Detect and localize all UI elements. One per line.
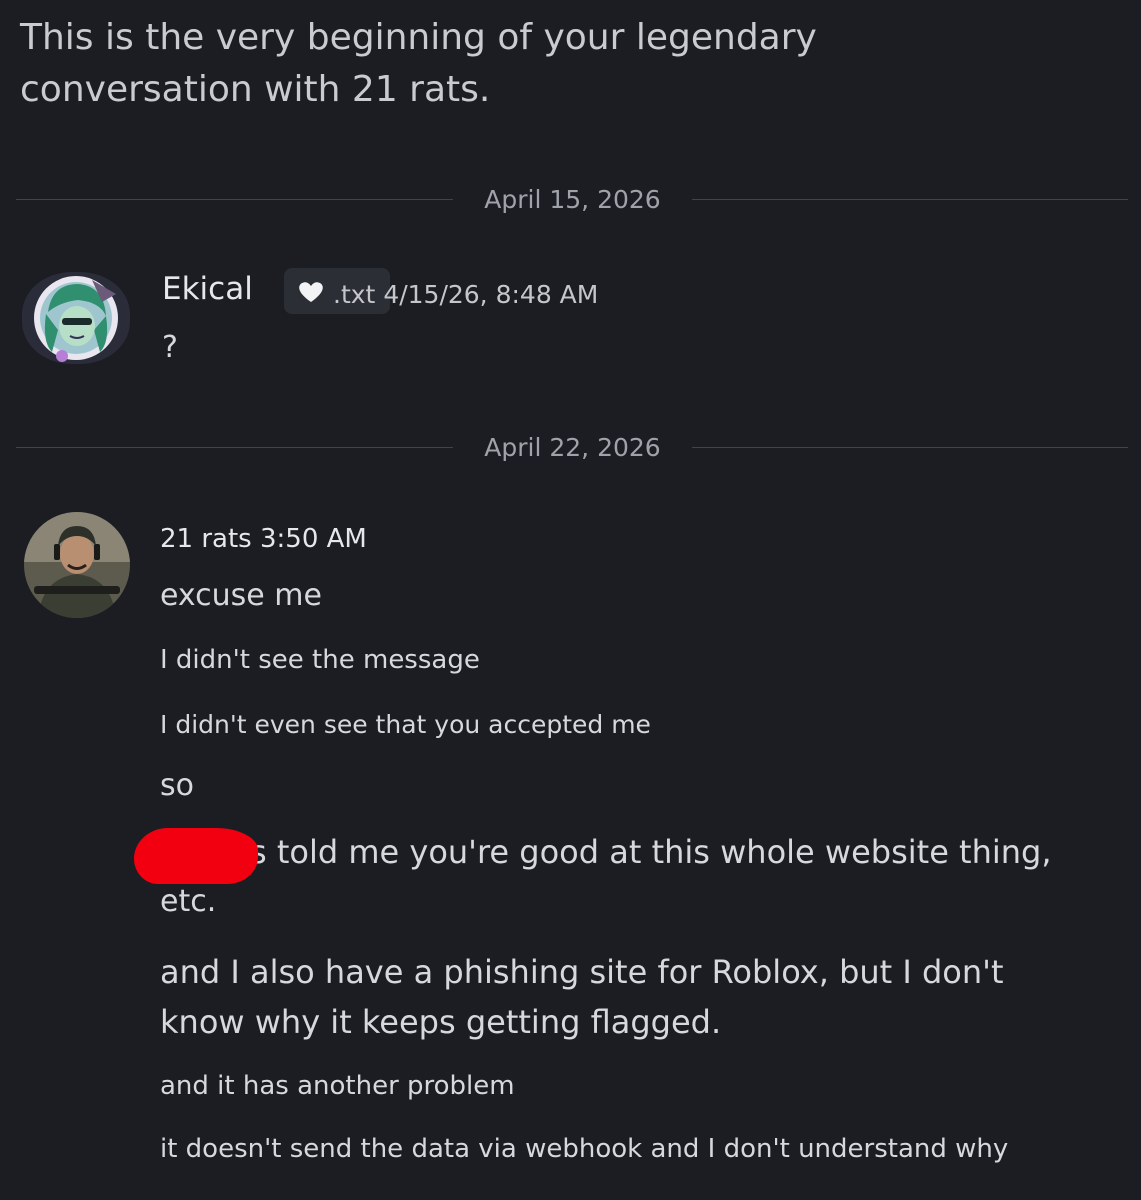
message-text: I didn't see the message xyxy=(160,645,480,675)
username[interactable]: Ekical xyxy=(162,271,253,307)
message-text: and I also have a phishing site for Robl… xyxy=(160,953,1004,991)
intro-line: conversation with 21 rats. xyxy=(20,69,491,110)
avatar[interactable] xyxy=(22,272,130,364)
date-label: April 22, 2026 xyxy=(484,433,661,462)
tag-label: .txt xyxy=(333,280,376,309)
divider-line xyxy=(16,447,453,448)
divider-line xyxy=(692,447,1128,448)
message-text: and it has another problem xyxy=(160,1071,515,1101)
intro-line: This is the very beginning of your legen… xyxy=(20,17,817,58)
date-divider: April 22, 2026 xyxy=(16,433,1128,463)
heart-icon xyxy=(299,282,323,302)
username-and-timestamp: 21 rats 3:50 AM xyxy=(160,524,367,554)
message-text: I didn't even see that you accepted me xyxy=(160,710,651,739)
timestamp: 4/15/26, 8:48 AM xyxy=(383,280,599,309)
channel-intro: This is the very beginning of your legen… xyxy=(20,12,1020,116)
message-text: know why it keeps getting flagged. xyxy=(160,1003,722,1041)
tag-and-timestamp: .txt 4/15/26, 8:48 AM xyxy=(333,280,598,309)
date-label: April 15, 2026 xyxy=(484,185,661,214)
username[interactable]: 21 rats xyxy=(160,524,252,554)
divider-line xyxy=(16,199,453,200)
divider-line xyxy=(692,199,1128,200)
message-text: so xyxy=(160,768,194,803)
message-text: excuse me xyxy=(160,578,322,613)
message-text: it doesn't send the data via webhook and… xyxy=(160,1134,1009,1164)
timestamp: 3:50 AM xyxy=(259,524,367,554)
message-text: etc. xyxy=(160,884,217,919)
date-divider: April 15, 2026 xyxy=(16,185,1128,215)
avatar[interactable] xyxy=(24,512,130,618)
message-text: s told me you're good at this whole webs… xyxy=(250,833,1052,871)
message-text: ? xyxy=(162,330,178,365)
redaction-mark xyxy=(134,828,258,884)
